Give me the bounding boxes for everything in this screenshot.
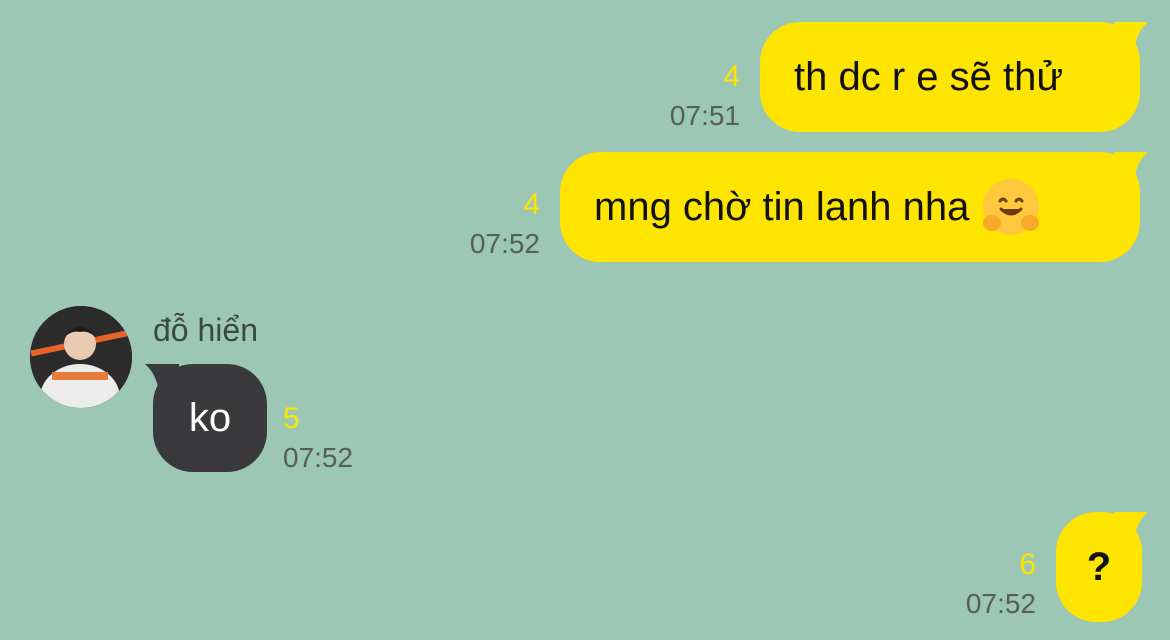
message-text: th dc r e sẽ thử [794,54,1064,99]
message-text: mng chờ tin lanh nha [594,184,970,229]
message-meta: 4 07:52 [470,188,540,260]
unread-count: 4 [523,188,540,221]
message-meta: 4 07:51 [670,60,740,132]
message-bubble[interactable]: ko [153,364,267,472]
timestamp: 07:52 [469,228,540,259]
unread-count: 4 [723,60,740,93]
message-bubble[interactable]: mng chờ tin lanh nha [560,152,1140,262]
message-text: ? [1086,544,1112,589]
avatar[interactable] [30,306,132,408]
message-bubble[interactable]: th dc r e sẽ thử [760,22,1140,132]
bubble-tail-icon [1114,152,1148,182]
timestamp: 07:51 [669,100,740,131]
message-text: ko [188,395,232,440]
timestamp: 07:52 [965,588,1036,619]
bubble-tail-icon [1114,512,1148,542]
timestamp: 07:52 [283,442,354,473]
message-meta: 5 07:52 [283,402,353,474]
hugging-face-emoji-icon [983,179,1040,235]
unread-count: 6 [1019,548,1036,581]
bubble-tail-icon [1114,22,1148,52]
message-meta: 6 07:52 [966,548,1036,620]
sender-name: đỗ hiển [153,312,258,348]
unread-count: 5 [283,402,300,435]
